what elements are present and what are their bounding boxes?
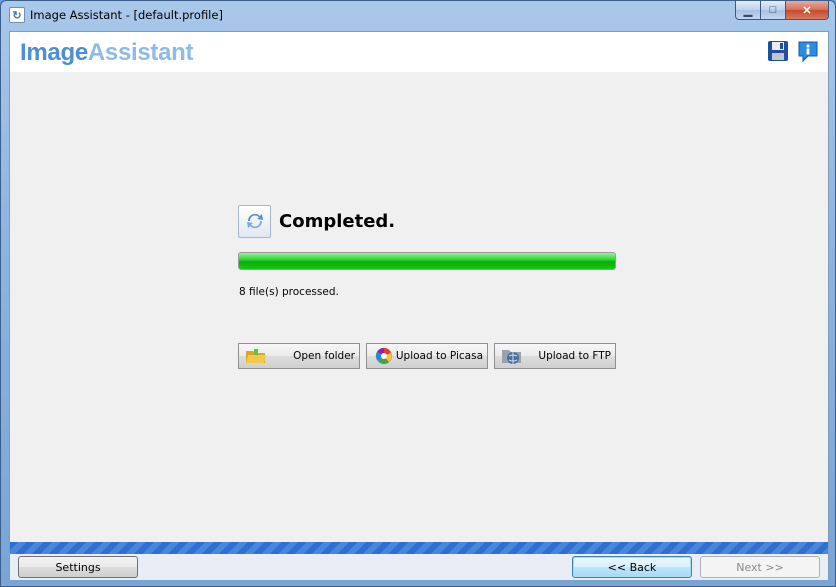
brand-part-image: Image	[20, 39, 88, 66]
maximize-button[interactable]: □	[761, 1, 786, 20]
brand-logo: ImageAssistant	[20, 39, 194, 67]
save-icon[interactable]	[766, 39, 790, 63]
open-folder-label: Open folder	[293, 350, 355, 362]
footer-bar: Settings << Back Next >>	[10, 542, 828, 580]
status-row: Completed.	[238, 204, 395, 238]
progress-bar	[238, 252, 616, 270]
minimize-button[interactable]: ▁	[735, 1, 761, 20]
upload-ftp-label: Upload to FTP	[538, 350, 611, 362]
app-icon[interactable]: ↻	[9, 7, 25, 23]
picasa-icon	[373, 346, 395, 366]
folder-icon	[245, 346, 267, 366]
next-button[interactable]: Next >>	[700, 556, 820, 578]
title-bar[interactable]: ↻ Image Assistant - [default.profile] ▁ …	[1, 1, 835, 29]
status-title: Completed.	[279, 210, 396, 232]
upload-picasa-button[interactable]: Upload to Picasa	[366, 343, 488, 369]
window-title: Image Assistant - [default.profile]	[30, 8, 223, 22]
client-area: ImageAssistant Completed. 8 file(s) proc…	[9, 31, 829, 580]
process-icon	[238, 204, 271, 238]
window-frame: ↻ Image Assistant - [default.profile] ▁ …	[0, 0, 836, 587]
progress-fill	[239, 253, 615, 269]
ftp-icon	[501, 346, 523, 366]
upload-picasa-label: Upload to Picasa	[395, 350, 483, 362]
back-button[interactable]: << Back	[572, 556, 692, 578]
brand-part-assistant: Assistant	[87, 39, 194, 66]
upload-ftp-button[interactable]: Upload to FTP	[494, 343, 616, 369]
app-header: ImageAssistant	[10, 32, 828, 72]
window-controls: ▁ □ ✕	[735, 1, 829, 20]
footer-stripe	[10, 542, 828, 554]
info-icon[interactable]	[796, 39, 820, 63]
settings-button[interactable]: Settings	[18, 556, 138, 578]
open-folder-button[interactable]: Open folder	[238, 343, 360, 369]
processed-count-text: 8 file(s) processed.	[239, 286, 339, 298]
close-button[interactable]: ✕	[786, 1, 829, 20]
